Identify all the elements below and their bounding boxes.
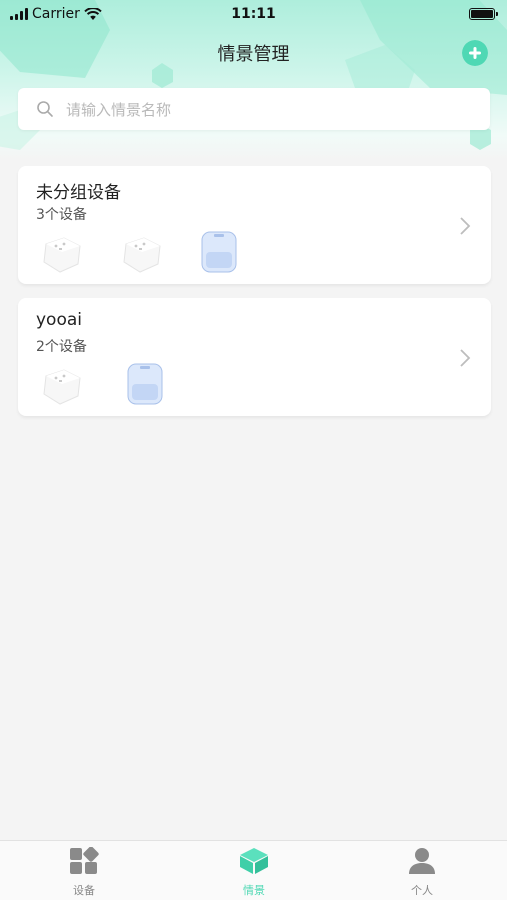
add-scene-button[interactable] [462,40,488,66]
tab-profile[interactable]: 个人 [382,847,462,898]
smart-plug-icon [123,237,161,273]
status-bar: Carrier 11:11 [0,0,507,28]
battery-icon [469,8,498,20]
tab-devices[interactable]: 设备 [44,846,124,898]
charger-icon [127,363,163,405]
tab-bar: 设备 情景 个人 [0,840,507,900]
smart-plug-icon [43,369,81,405]
tab-scenes[interactable]: 情景 [214,847,294,898]
group-card-ungrouped[interactable]: 未分组设备 3个设备 [18,166,491,284]
tab-label: 个人 [411,884,433,897]
plus-icon [462,40,488,66]
signal-icon [10,8,28,20]
group-card-yooai[interactable]: yooai 2个设备 [18,298,491,416]
scene-cube-icon [240,848,268,874]
devices-grid-icon [70,846,99,874]
smart-plug-icon [43,237,81,273]
search-placeholder: 请输入情景名称 [66,100,172,119]
tab-label: 情景 [243,884,265,897]
group-name: yooai [36,310,83,330]
status-left: Carrier [10,6,102,22]
wifi-icon [84,7,102,20]
charger-icon [201,231,237,273]
group-device-count: 2个设备 [36,339,87,355]
chevron-right-icon [460,217,471,235]
chevron-right-icon [460,349,471,367]
carrier-label: Carrier [32,6,80,22]
status-time: 11:11 [231,6,276,22]
search-input[interactable]: 请输入情景名称 [18,88,490,130]
tab-label: 设备 [73,884,95,897]
page-title: 情景管理 [217,44,290,65]
person-icon [409,848,435,874]
search-icon [37,101,53,117]
group-device-count: 3个设备 [36,207,87,223]
group-name: 未分组设备 [36,183,121,203]
